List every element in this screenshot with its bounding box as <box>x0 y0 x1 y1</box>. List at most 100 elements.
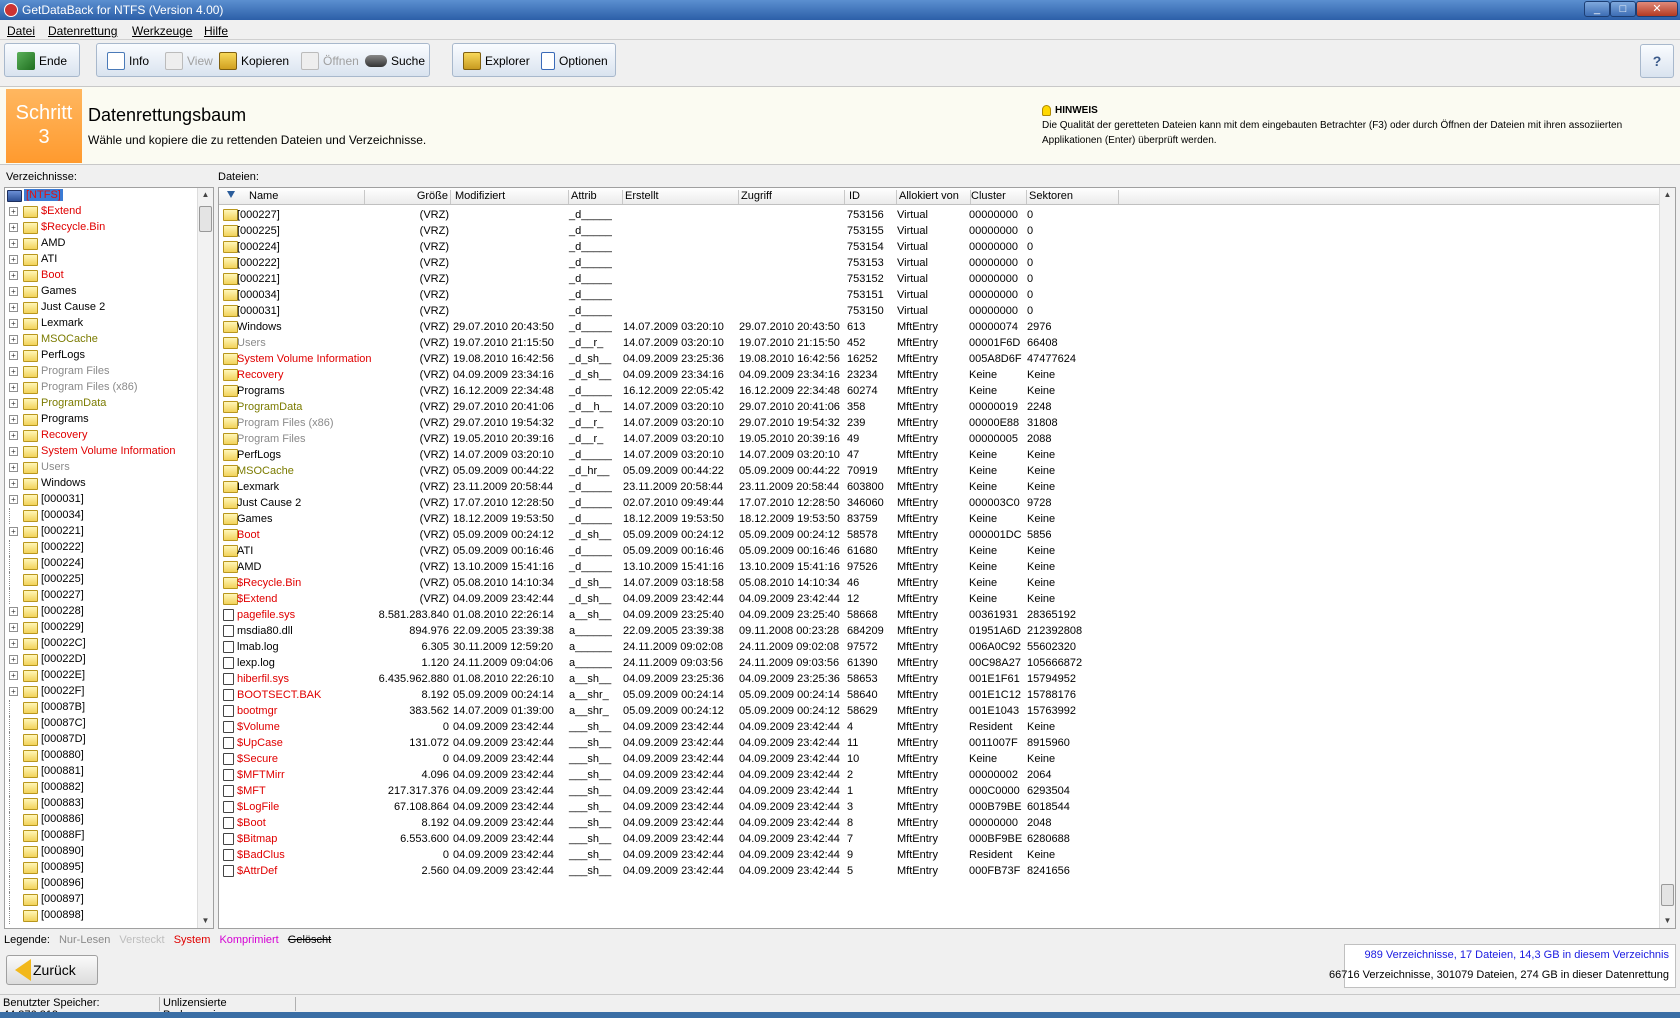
expand-icon[interactable]: + <box>9 431 18 440</box>
file-row[interactable]: $UpCase 131.072 04.09.2009 23:42:44 ___sh__… <box>219 735 1659 752</box>
info-button[interactable]: Info <box>107 51 149 71</box>
search-button[interactable]: Suche <box>365 51 425 71</box>
expand-icon[interactable]: + <box>9 655 18 664</box>
file-row[interactable]: $Bitmap 6.553.600 04.09.2009 23:42:44 ___sh… <box>219 831 1659 848</box>
view-button[interactable]: View <box>165 51 213 71</box>
file-row[interactable]: [000224] (VRZ) _d_____ 753154 Virtual 0000000… <box>219 239 1659 256</box>
file-row[interactable]: hiberfil.sys 6.435.962.880 01.08.2010 22:2… <box>219 671 1659 688</box>
expand-icon[interactable]: + <box>9 495 18 504</box>
back-button[interactable]: Zurück <box>6 955 98 985</box>
column-header-cluster[interactable]: Cluster <box>971 190 1027 204</box>
expand-icon[interactable]: + <box>9 607 18 616</box>
options-button[interactable]: Optionen <box>541 51 608 71</box>
file-row[interactable]: $BadClus 0 04.09.2009 23:42:44 ___sh__ 04.09… <box>219 847 1659 864</box>
file-row[interactable]: Users (VRZ) 19.07.2010 21:15:50 _d__r_ 14.07… <box>219 335 1659 352</box>
menu-hilfe[interactable]: Hilfe <box>204 24 228 38</box>
file-row[interactable]: Program Files (x86) (VRZ) 29.07.2010 19:54… <box>219 415 1659 432</box>
expand-icon[interactable]: + <box>9 463 18 472</box>
file-row[interactable]: MSOCache (VRZ) 05.09.2009 00:44:22 _d_hr__ 0… <box>219 463 1659 480</box>
file-row[interactable]: $MFT 217.317.376 04.09.2009 23:42:44 ___sh_… <box>219 783 1659 800</box>
file-row[interactable]: ATI (VRZ) 05.09.2009 00:16:46 _d_____ 05.09.… <box>219 543 1659 560</box>
column-header-zugriff[interactable]: Zugriff <box>741 190 845 204</box>
expand-icon[interactable]: + <box>9 223 18 232</box>
file-row[interactable]: Games (VRZ) 18.12.2009 19:53:50 _d_____ 18.1… <box>219 511 1659 528</box>
directory-tree[interactable]: ▲ ▼ [NTFS] + $Extend + $Recycle.Bin + AMD + ATI +… <box>4 187 214 929</box>
file-row[interactable]: [000221] (VRZ) _d_____ 753152 Virtual 0000000… <box>219 271 1659 288</box>
file-row[interactable]: $MFTMirr 4.096 04.09.2009 23:42:44 ___sh__ 0… <box>219 767 1659 784</box>
file-row[interactable]: $LogFile 67.108.864 04.09.2009 23:42:44 ___… <box>219 799 1659 816</box>
menu-datenrettung[interactable]: Datenrettung <box>48 24 117 38</box>
file-row[interactable]: $Recycle.Bin (VRZ) 05.08.2010 14:10:34 _d_s… <box>219 575 1659 592</box>
file-row[interactable]: ProgramData (VRZ) 29.07.2010 20:41:06 _d__h… <box>219 399 1659 416</box>
file-row[interactable]: AMD (VRZ) 13.10.2009 15:41:16 _d_____ 13.10.… <box>219 559 1659 576</box>
file-row[interactable]: bootmgr 383.562 14.07.2009 01:39:00 a__shr_… <box>219 703 1659 720</box>
column-header-allokiert-von[interactable]: Allokiert von <box>899 190 971 204</box>
file-row[interactable]: $Volume 0 04.09.2009 23:42:44 ___sh__ 04.09.… <box>219 719 1659 736</box>
scroll-up-arrow[interactable]: ▲ <box>198 188 213 202</box>
expand-icon[interactable]: + <box>9 639 18 648</box>
file-row[interactable]: $AttrDef 2.560 04.09.2009 23:42:44 ___sh__ 0… <box>219 863 1659 880</box>
explorer-button[interactable]: Explorer <box>463 51 530 71</box>
expand-icon[interactable]: + <box>9 207 18 216</box>
tree-scrollbar[interactable]: ▲ ▼ <box>197 188 213 928</box>
expand-icon[interactable]: + <box>9 303 18 312</box>
file-row[interactable]: [000222] (VRZ) _d_____ 753153 Virtual 0000000… <box>219 255 1659 272</box>
expand-icon[interactable]: + <box>9 351 18 360</box>
file-row[interactable]: lexp.log 1.120 24.11.2009 09:04:06 a______ 2… <box>219 655 1659 672</box>
close-button[interactable]: ✕ <box>1636 1 1678 17</box>
maximize-button[interactable]: □ <box>1610 1 1636 17</box>
menu-datei[interactable]: Datei <box>7 24 35 38</box>
file-row[interactable]: $Boot 8.192 04.09.2009 23:42:44 ___sh__ 04.0… <box>219 815 1659 832</box>
expand-icon[interactable]: + <box>9 319 18 328</box>
file-row[interactable]: [000225] (VRZ) _d_____ 753155 Virtual 0000000… <box>219 223 1659 240</box>
file-scrollbar[interactable]: ▲ ▼ <box>1659 188 1675 928</box>
file-row[interactable]: Just Cause 2 (VRZ) 17.07.2010 12:28:50 _d__… <box>219 495 1659 512</box>
file-scroll-up-arrow[interactable]: ▲ <box>1660 188 1675 202</box>
expand-icon[interactable]: + <box>9 671 18 680</box>
expand-icon[interactable]: + <box>9 623 18 632</box>
scroll-thumb[interactable] <box>199 206 212 232</box>
expand-icon[interactable]: + <box>9 415 18 424</box>
file-row[interactable]: BOOTSECT.BAK 8.192 05.09.2009 00:24:14 a__s… <box>219 687 1659 704</box>
expand-icon[interactable]: + <box>9 239 18 248</box>
file-row[interactable]: PerfLogs (VRZ) 14.07.2009 03:20:10 _d_____ 1… <box>219 447 1659 464</box>
open-button[interactable]: Öffnen <box>301 51 359 71</box>
column-header-gr-e[interactable]: Größe <box>369 190 451 204</box>
file-scroll-down-arrow[interactable]: ▼ <box>1660 914 1675 928</box>
file-row[interactable]: $Extend (VRZ) 04.09.2009 23:42:44 _d_sh__ 04… <box>219 591 1659 608</box>
expand-icon[interactable]: + <box>9 271 18 280</box>
column-header-attrib[interactable]: Attrib <box>571 190 623 204</box>
file-row[interactable]: Windows (VRZ) 29.07.2010 20:43:50 _d_____ 14… <box>219 319 1659 336</box>
expand-icon[interactable]: + <box>9 367 18 376</box>
expand-icon[interactable]: + <box>9 287 18 296</box>
column-header-id[interactable]: ID <box>849 190 897 204</box>
column-header-sektoren[interactable]: Sektoren <box>1029 190 1119 204</box>
help-button[interactable]: ? <box>1640 44 1674 78</box>
expand-icon[interactable]: + <box>9 399 18 408</box>
file-list[interactable]: Name Größe Modifiziert Attrib Erstellt Zugrif… <box>218 187 1676 929</box>
copy-button[interactable]: Kopieren <box>219 51 289 71</box>
file-row[interactable]: [000034] (VRZ) _d_____ 753151 Virtual 0000000… <box>219 287 1659 304</box>
minimize-button[interactable]: _ <box>1584 1 1610 17</box>
column-header-erstellt[interactable]: Erstellt <box>625 190 739 204</box>
file-row[interactable]: [000227] (VRZ) _d_____ 753156 Virtual 0000000… <box>219 207 1659 224</box>
scroll-down-arrow[interactable]: ▼ <box>198 914 213 928</box>
expand-icon[interactable]: + <box>9 447 18 456</box>
expand-icon[interactable]: + <box>9 479 18 488</box>
file-row[interactable]: msdia80.dll 894.976 22.09.2005 23:39:38 a__… <box>219 623 1659 640</box>
file-scroll-thumb[interactable] <box>1661 884 1674 906</box>
menu-werkzeuge[interactable]: Werkzeuge <box>132 24 192 38</box>
file-row[interactable]: Lexmark (VRZ) 23.11.2009 20:58:44 _d_____ 23… <box>219 479 1659 496</box>
file-row[interactable]: Program Files (VRZ) 19.05.2010 20:39:16 _d_… <box>219 431 1659 448</box>
expand-icon[interactable]: + <box>9 383 18 392</box>
column-header-name[interactable]: Name <box>249 190 365 204</box>
file-row[interactable]: [000031] (VRZ) _d_____ 753150 Virtual 0000000… <box>219 303 1659 320</box>
expand-icon[interactable]: + <box>9 687 18 696</box>
expand-icon[interactable]: + <box>9 527 18 536</box>
end-button[interactable]: Ende <box>17 51 67 71</box>
column-header-modifiziert[interactable]: Modifiziert <box>455 190 569 204</box>
file-row[interactable]: lmab.log 6.305 30.11.2009 12:59:20 a______ 2… <box>219 639 1659 656</box>
file-row[interactable]: Programs (VRZ) 16.12.2009 22:34:48 _d_____ 1… <box>219 383 1659 400</box>
file-row[interactable]: System Volume Information (VRZ) 19.08.2010… <box>219 351 1659 368</box>
file-row[interactable]: Recovery (VRZ) 04.09.2009 23:34:16 _d_sh__ 0… <box>219 367 1659 384</box>
